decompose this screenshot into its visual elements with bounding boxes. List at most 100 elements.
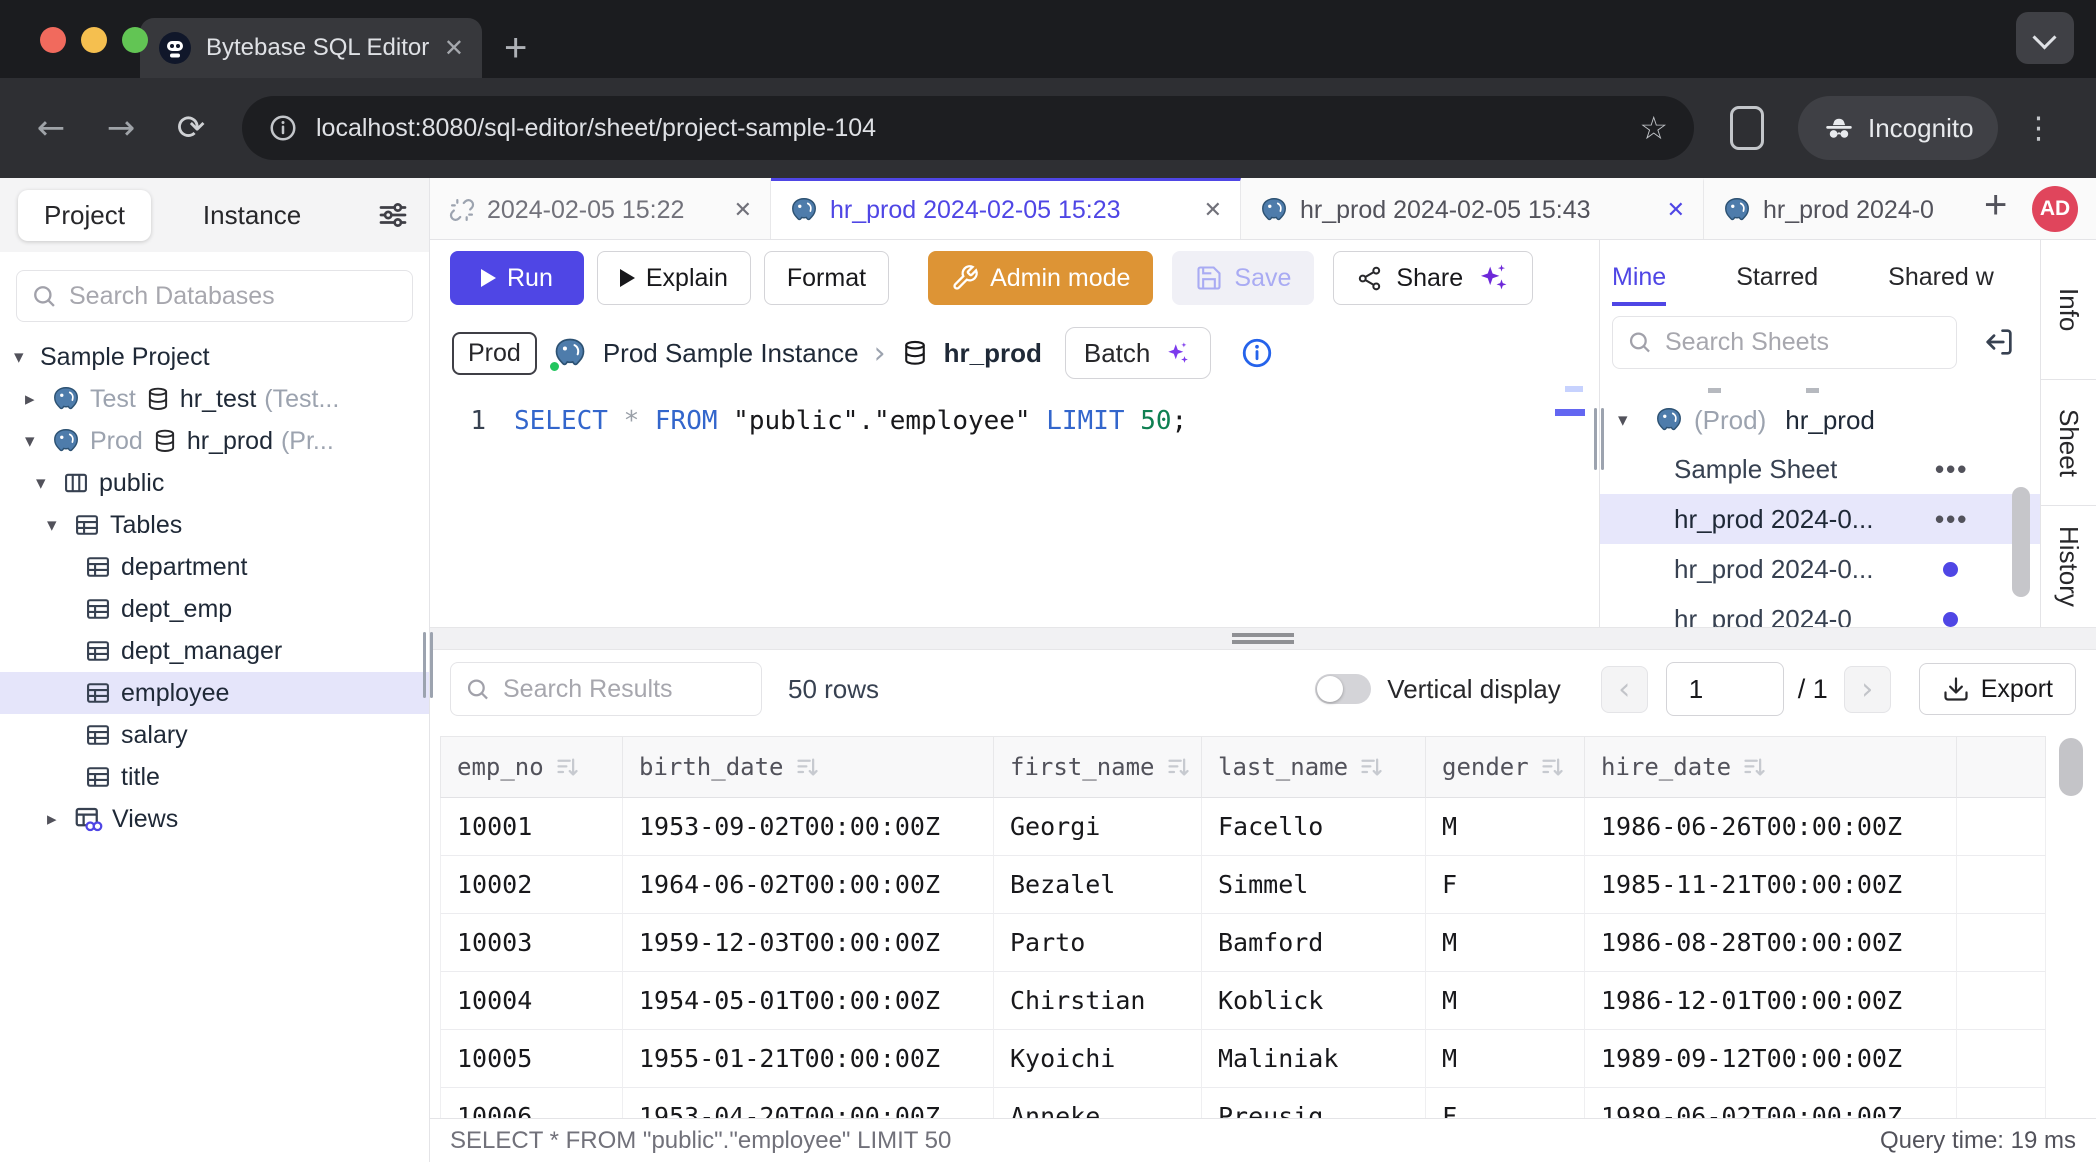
minimize-window-button[interactable] — [81, 27, 107, 53]
tree-item-hr-test[interactable]: ▸Testhr_test(Test... — [0, 378, 429, 420]
column-header-first_name[interactable]: first_name — [994, 736, 1202, 798]
caret-right-icon[interactable]: ▸ — [47, 808, 73, 830]
save-button[interactable]: Save — [1172, 251, 1314, 305]
browser-menu-icon[interactable]: ⋮ — [2024, 111, 2054, 146]
new-sheet-tab-button[interactable]: + — [1966, 183, 2007, 234]
sheets-tab-mine[interactable]: Mine — [1612, 263, 1666, 306]
tree-item-public[interactable]: ▾public — [0, 462, 429, 504]
column-header-last_name[interactable]: last_name — [1202, 736, 1426, 798]
page-number-input[interactable] — [1666, 662, 1784, 716]
caret-down-icon[interactable]: ▾ — [36, 472, 62, 494]
tree-item-dept-emp[interactable]: dept_emp — [0, 588, 429, 630]
sort-icon[interactable] — [1358, 754, 1385, 781]
batch-button[interactable]: Batch — [1065, 327, 1212, 379]
zoom-window-button[interactable] — [122, 27, 148, 53]
explain-button[interactable]: Explain — [597, 251, 751, 305]
next-page-button[interactable]: › — [1844, 666, 1891, 713]
caret-down-icon[interactable]: ▾ — [25, 430, 51, 452]
instance-name[interactable]: Prod Sample Instance — [603, 338, 859, 369]
share-button[interactable]: Share — [1333, 251, 1533, 305]
browser-tab[interactable]: Bytebase SQL Editor ✕ — [140, 18, 482, 78]
close-sheet-tab-icon[interactable]: ✕ — [1204, 198, 1222, 223]
tab-list-chevron-button[interactable] — [2016, 12, 2074, 64]
tab-instance[interactable]: Instance — [177, 190, 327, 241]
rail-tab-history[interactable]: History — [2041, 506, 2096, 627]
editor-tab-4[interactable]: hr_prod 2024-0 — [1704, 178, 1966, 239]
caret-right-icon[interactable]: ▸ — [25, 388, 51, 410]
column-header-birth_date[interactable]: birth_date — [623, 736, 994, 798]
tree-item-hr-prod[interactable]: ▾Prodhr_prod(Pr... — [0, 420, 429, 462]
caret-down-icon[interactable]: ▾ — [14, 346, 40, 368]
prev-page-button[interactable]: ‹ — [1601, 666, 1648, 713]
editor-tab-2[interactable]: hr_prod 2024-02-05 15:23✕ — [771, 178, 1241, 239]
sheet-search-input[interactable] — [1612, 316, 1957, 369]
results-divider[interactable] — [430, 627, 2096, 650]
vertical-display-toggle[interactable] — [1315, 674, 1371, 704]
admin-mode-button[interactable]: Admin mode — [928, 251, 1153, 305]
results-scrollbar[interactable] — [2059, 738, 2083, 796]
divider-drag-handle[interactable] — [1232, 633, 1294, 644]
column-header-emp_no[interactable]: emp_no — [440, 736, 623, 798]
user-avatar[interactable]: AD — [2032, 186, 2078, 232]
result-row[interactable]: 100011953-09-02T00:00:00ZGeorgiFacelloM1… — [440, 798, 2096, 856]
result-row[interactable]: 100041954-05-01T00:00:00ZChirstianKoblic… — [440, 972, 2096, 1030]
tree-item-tables[interactable]: ▾Tables — [0, 504, 429, 546]
sort-icon[interactable] — [1539, 754, 1566, 781]
collapse-panel-icon[interactable] — [1982, 325, 2016, 359]
rail-tab-sheet[interactable]: Sheet — [2041, 380, 2096, 506]
reload-icon[interactable]: ⟳ — [164, 101, 218, 155]
forward-icon[interactable]: → — [94, 101, 148, 155]
close-browser-tab-icon[interactable]: ✕ — [444, 34, 464, 62]
sheet-item[interactable]: hr_prod 2024-0...••• — [1600, 494, 2040, 544]
rail-tab-info[interactable]: Info — [2041, 240, 2096, 380]
sheet-list-scrollbar[interactable] — [2012, 487, 2030, 597]
sidebar-resize-handle[interactable] — [423, 632, 435, 698]
sheet-item[interactable]: hr_prod 2024-0... — [1600, 544, 2040, 594]
new-browser-tab-button[interactable]: + — [482, 28, 527, 78]
tab-project[interactable]: Project — [18, 190, 151, 241]
result-row[interactable]: 100051955-01-21T00:00:00ZKyoichiMaliniak… — [440, 1030, 2096, 1088]
sort-icon[interactable] — [794, 754, 821, 781]
caret-down-icon[interactable]: ▾ — [1618, 409, 1644, 431]
sheet-menu-icon[interactable]: ••• — [1935, 454, 1968, 485]
tree-item-salary[interactable]: salary — [0, 714, 429, 756]
editor-tab-3[interactable]: hr_prod 2024-02-05 15:43✕ — [1241, 178, 1704, 239]
column-header-hire_date[interactable]: hire_date — [1585, 736, 1957, 798]
filter-tune-icon[interactable] — [375, 197, 411, 233]
site-info-icon[interactable] — [268, 113, 298, 143]
bookmark-star-icon[interactable]: ☆ — [1639, 109, 1668, 147]
sort-icon[interactable] — [1165, 754, 1192, 781]
export-button[interactable]: Export — [1919, 663, 2076, 715]
sheet-group-hr-prod[interactable]: ▾ (Prod) hr_prod — [1600, 396, 2040, 444]
panel-resize-handle[interactable] — [1594, 408, 1606, 470]
caret-down-icon[interactable]: ▾ — [47, 514, 73, 536]
sql-editor[interactable]: 1 SELECT * FROM "public"."employee" LIMI… — [430, 390, 1599, 627]
close-window-button[interactable] — [40, 27, 66, 53]
sheets-tab-shared-w[interactable]: Shared w — [1888, 263, 1994, 306]
editor-tab-1[interactable]: 2024-02-05 15:22✕ — [430, 178, 771, 239]
info-icon[interactable] — [1240, 336, 1274, 370]
sheet-item[interactable]: Sample Sheet••• — [1600, 444, 2040, 494]
database-name[interactable]: hr_prod — [944, 338, 1042, 369]
tree-item-sample-project[interactable]: ▾Sample Project — [0, 336, 429, 378]
results-search-input[interactable] — [450, 662, 762, 716]
result-row[interactable]: 100061953-04-20T00:00:00ZAnnekePreusigF1… — [440, 1088, 2096, 1118]
result-row[interactable]: 100021964-06-02T00:00:00ZBezalelSimmelF1… — [440, 856, 2096, 914]
run-button[interactable]: Run — [450, 251, 584, 305]
address-bar[interactable]: localhost:8080/sql-editor/sheet/project-… — [242, 96, 1694, 160]
sheets-tab-starred[interactable]: Starred — [1736, 263, 1818, 306]
back-icon[interactable]: ← — [24, 101, 78, 155]
tree-item-department[interactable]: department — [0, 546, 429, 588]
column-header-gender[interactable]: gender — [1426, 736, 1585, 798]
database-search-input[interactable] — [16, 270, 413, 322]
tree-item-title[interactable]: title — [0, 756, 429, 798]
sheet-item[interactable]: hr_prod 2024-0 — [1600, 594, 2040, 627]
tree-item-views[interactable]: ▸Views — [0, 798, 429, 840]
format-button[interactable]: Format — [764, 251, 889, 305]
tree-item-dept-manager[interactable]: dept_manager — [0, 630, 429, 672]
sort-icon[interactable] — [554, 754, 581, 781]
tree-item-employee[interactable]: employee — [0, 672, 429, 714]
sheet-menu-icon[interactable]: ••• — [1935, 504, 1968, 535]
sort-icon[interactable] — [1741, 754, 1768, 781]
close-sheet-tab-icon[interactable]: ✕ — [1667, 198, 1685, 223]
